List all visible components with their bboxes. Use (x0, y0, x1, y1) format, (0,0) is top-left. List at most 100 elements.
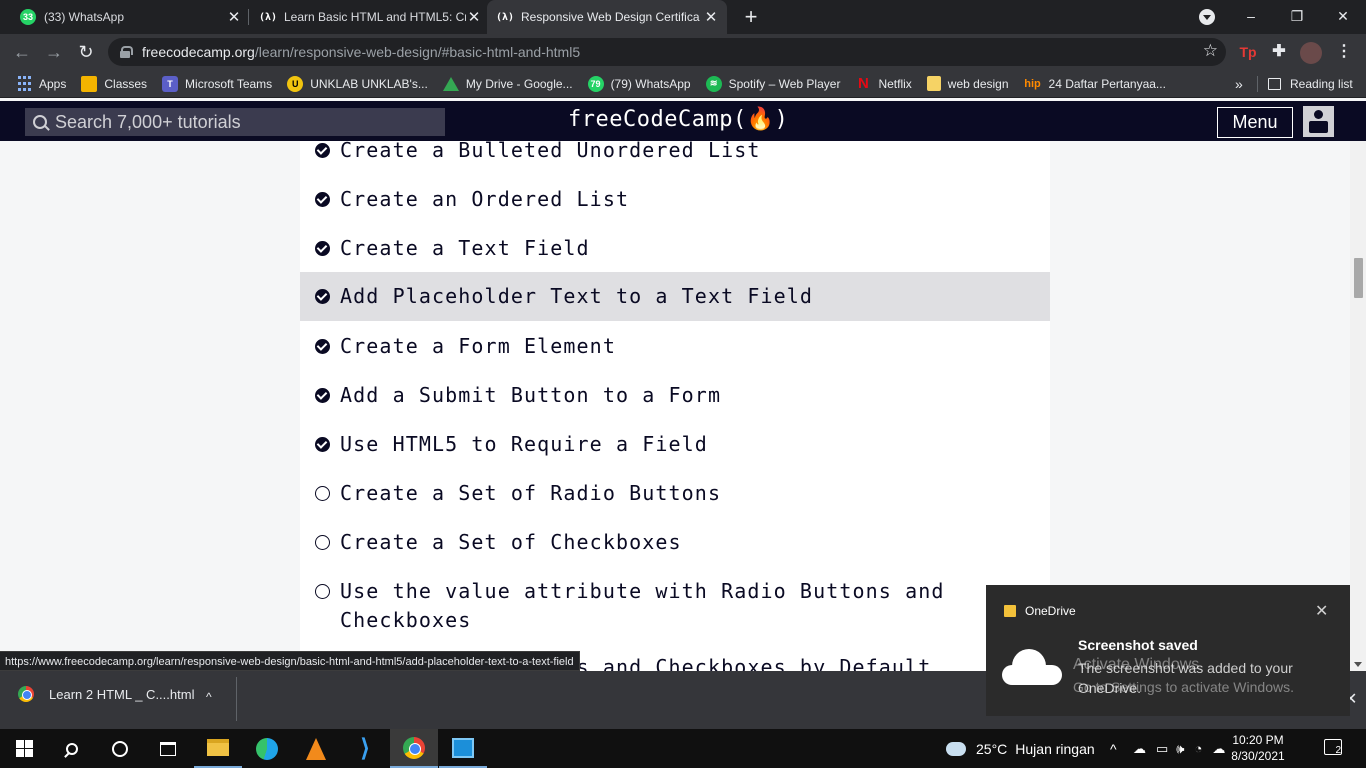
kebab-menu-icon[interactable]: ⋮ (1332, 40, 1356, 64)
weather-widget[interactable]: 25°C Hujan ringan (946, 729, 1095, 768)
shelf-divider (236, 677, 237, 721)
lesson-item[interactable]: Add Placeholder Text to a Text Field (300, 272, 1050, 321)
back-icon[interactable]: ← (10, 40, 34, 64)
tab-title: Responsive Web Design Certifica (521, 10, 700, 24)
chevron-up-icon[interactable]: ^ (206, 690, 212, 704)
tab-search-icon[interactable] (1199, 9, 1215, 25)
google-drive-icon (442, 76, 459, 91)
spotify-icon: ≋ (705, 75, 722, 92)
reload-icon[interactable]: ↻ (74, 40, 98, 64)
minimize-button[interactable]: – (1228, 0, 1274, 34)
clock-date: 8/30/2021 (1231, 749, 1285, 763)
taskbar-photos[interactable] (439, 729, 487, 768)
tp-extension-icon[interactable]: Tp (1236, 40, 1260, 64)
url-path: /learn/responsive-web-design/#basic-html… (254, 44, 581, 60)
search-icon (33, 115, 47, 129)
whatsapp-icon: 79 (587, 75, 604, 92)
onedrive-icon[interactable]: ☁ (1133, 741, 1146, 757)
bookmark-netflix[interactable]: N Netflix (855, 75, 912, 92)
bookmark-label: Microsoft Teams (185, 76, 273, 91)
bookmark-label: UNKLAB UNKLAB's... (310, 76, 428, 91)
network-drive-icon[interactable]: ▭ (1156, 741, 1168, 757)
lesson-title: Create a Bulleted Unordered List (340, 141, 761, 162)
lesson-item[interactable]: Create a Set of Radio Buttons (300, 479, 1050, 508)
empty-circle-icon (315, 535, 330, 550)
bookmark-classes[interactable]: Classes (81, 75, 147, 92)
address-bar[interactable]: freecodecamp.org/learn/responsive-web-de… (108, 38, 1226, 66)
bookmark-whatsapp[interactable]: 79 (79) WhatsApp (587, 75, 691, 92)
check-circle-icon (315, 192, 330, 207)
bookmark-my-drive[interactable]: My Drive - Google... (442, 76, 573, 91)
chrome-icon (403, 736, 425, 759)
lesson-item[interactable]: Create a Bulleted Unordered List (300, 141, 1050, 165)
bookmark-label: web design (947, 76, 1009, 91)
clock-time: 10:20 PM (1232, 733, 1284, 747)
lesson-item[interactable]: Create an Ordered List (300, 185, 1050, 214)
wifi-icon[interactable]: ◔ (1195, 741, 1203, 756)
task-view-icon (160, 741, 176, 756)
bookmark-star-icon[interactable]: ☆ (1203, 41, 1218, 61)
weather-temp: 25°C (976, 740, 1008, 757)
close-icon[interactable]: ✕ (1315, 601, 1328, 621)
tab-whatsapp[interactable]: 33 (33) WhatsApp ✕ (12, 0, 244, 34)
onedrive-toast[interactable]: OneDrive ✕ Screenshot saved The screensh… (986, 585, 1350, 716)
bookmark-apps[interactable]: Apps (16, 76, 66, 92)
clock[interactable]: 10:20 PM 8/30/2021 (1222, 732, 1294, 764)
forward-icon[interactable]: → (42, 40, 66, 64)
start-button[interactable] (0, 729, 48, 768)
taskbar-vlc[interactable] (292, 729, 340, 768)
tab-responsive-web-design[interactable]: (λ) Responsive Web Design Certifica ✕ (487, 0, 727, 34)
reading-list-icon (1268, 77, 1281, 90)
search-input[interactable]: Search 7,000+ tutorials (25, 108, 445, 136)
page-scrollbar[interactable] (1350, 141, 1366, 671)
system-tray-icons[interactable]: ☁ ▭ 🕪 ◔ ☁ (1133, 729, 1225, 768)
new-tab-button[interactable]: + (738, 4, 764, 30)
taskbar-file-explorer[interactable] (194, 729, 242, 768)
lesson-item[interactable]: Create a Text Field (300, 234, 1050, 263)
scrollbar-thumb[interactable] (1354, 258, 1363, 298)
bookmark-label: Apps (39, 76, 67, 91)
task-view-button[interactable] (144, 729, 192, 768)
notification-center-icon[interactable]: 2 (1324, 739, 1342, 756)
scroll-down-icon[interactable] (1354, 662, 1362, 667)
taskbar-chrome[interactable] (390, 729, 438, 768)
restore-button[interactable]: ❐ (1274, 0, 1320, 34)
lesson-item[interactable]: Add a Submit Button to a Form (300, 381, 1050, 410)
lesson-item[interactable]: Create a Set of Checkboxes (300, 528, 1050, 557)
bookmark-unklab[interactable]: U UNKLAB UNKLAB's... (287, 75, 428, 92)
lesson-item[interactable]: Create a Form Element (300, 332, 1050, 361)
teams-icon: T (162, 75, 179, 92)
bookmark-label: (79) WhatsApp (610, 76, 691, 91)
tab-learn-basic-html[interactable]: (λ) Learn Basic HTML and HTML5: Cr ✕ (252, 0, 484, 34)
profile-avatar[interactable] (1300, 42, 1322, 64)
reading-list-button[interactable]: Reading list (1268, 77, 1353, 91)
extensions-puzzle-icon[interactable]: ✚ (1267, 40, 1291, 64)
taskbar-edge[interactable] (243, 729, 291, 768)
close-icon[interactable]: ✕ (703, 8, 719, 26)
lesson-item[interactable]: Use HTML5 to Require a Field (300, 430, 1050, 459)
lesson-item[interactable]: Use the value attribute with Radio Butto… (300, 577, 1050, 635)
toast-app: OneDrive (1004, 604, 1076, 618)
close-icon[interactable]: ✕ (466, 8, 482, 26)
taskbar-vscode[interactable]: ⟩ (341, 729, 389, 768)
bookmark-daftar-pertanyaan[interactable]: hip 24 Daftar Pertanyaa... (1024, 76, 1166, 92)
tab-title: Learn Basic HTML and HTML5: Cr (284, 10, 466, 24)
close-window-button[interactable]: ✕ (1320, 0, 1366, 34)
bookmark-web-design[interactable]: web design (926, 76, 1009, 91)
tray-overflow[interactable]: ^ (1110, 729, 1117, 768)
bookmark-spotify[interactable]: ≋ Spotify – Web Player (705, 75, 840, 92)
close-icon[interactable]: ✕ (226, 8, 242, 26)
volume-icon[interactable]: 🕪 (1176, 741, 1184, 757)
fcc-logo[interactable]: freeCodeCamp(🔥) (568, 107, 798, 132)
cortana-button[interactable] (96, 729, 144, 768)
lock-icon[interactable] (120, 46, 133, 58)
lesson-title: Create a Text Field (340, 236, 590, 260)
taskbar-search-button[interactable] (48, 729, 96, 768)
user-avatar-icon[interactable] (1303, 106, 1334, 137)
menu-button[interactable]: Menu (1217, 107, 1293, 138)
lesson-title: Use the value attribute with Radio Butto… (340, 579, 945, 632)
download-item[interactable]: Learn 2 HTML _ C....html (18, 686, 194, 702)
empty-circle-icon (315, 584, 330, 599)
more-bookmarks-icon[interactable]: » (1235, 76, 1243, 92)
bookmark-microsoft-teams[interactable]: T Microsoft Teams (162, 75, 273, 92)
